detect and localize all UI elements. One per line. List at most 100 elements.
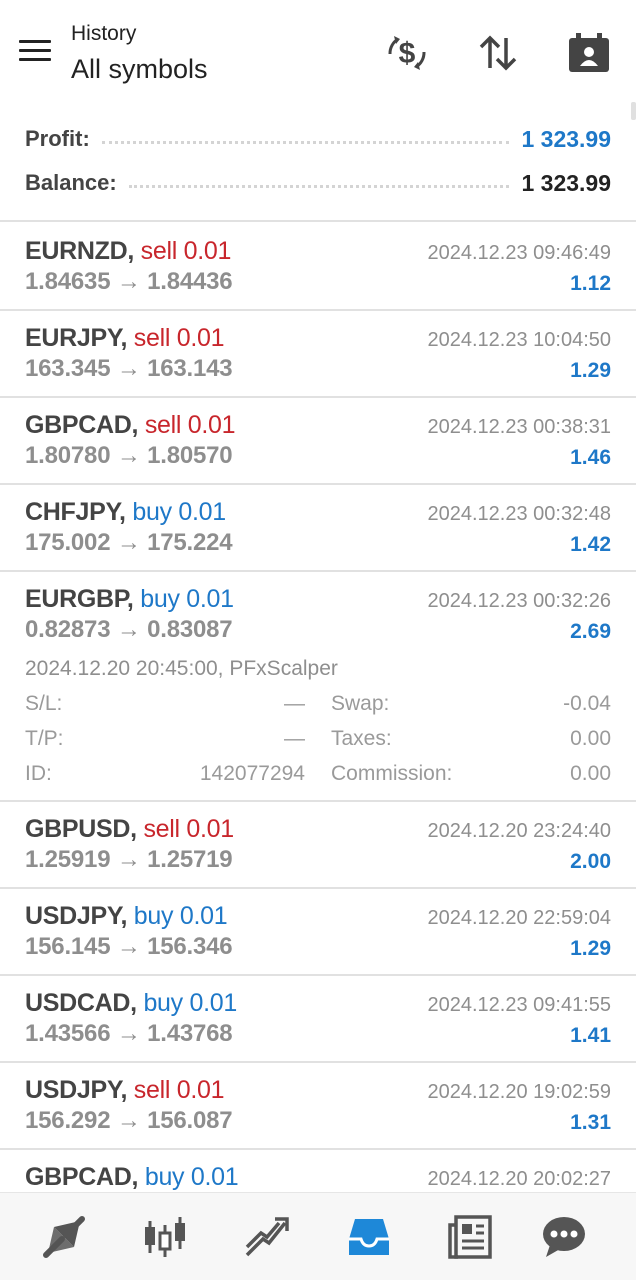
trade-prices: 156.145 → 156.346	[25, 933, 233, 960]
trade-direction: buy 0.01	[144, 1163, 239, 1191]
dotted-leader	[128, 184, 510, 188]
trade-prices: 1.25919 → 1.25719	[25, 846, 233, 873]
trade-symbol: USDJPY,	[25, 902, 128, 930]
quotes-icon[interactable]	[40, 1213, 88, 1261]
trade-icon[interactable]	[243, 1213, 291, 1261]
profit-label: Profit:	[25, 126, 90, 151]
trade-prices: 175.002 → 175.224	[25, 529, 233, 556]
trade-symbol-line: USDCAD, buy 0.01	[25, 989, 237, 1018]
trade-direction: buy 0.01	[143, 989, 237, 1017]
currency-exchange-icon[interactable]: $	[384, 30, 430, 76]
trade-row[interactable]: USDJPY, sell 0.01 156.292 → 156.087 2024…	[0, 1063, 636, 1150]
trade-row[interactable]: CHFJPY, buy 0.01 175.002 → 175.224 2024.…	[0, 485, 636, 572]
balance-row: Balance: 1 323.99	[25, 165, 611, 201]
balance-label: Balance:	[25, 170, 117, 195]
trade-symbol: EURNZD,	[25, 237, 135, 265]
trade-profit: 1.42	[570, 533, 611, 556]
messages-icon[interactable]	[540, 1213, 588, 1261]
trade-symbol: USDCAD,	[25, 989, 137, 1017]
profit-row: Profit: 1 323.99	[25, 121, 611, 157]
swap-value: -0.04	[563, 692, 611, 715]
trade-row[interactable]: GBPUSD, sell 0.01 1.25919 → 1.25719 2024…	[0, 802, 636, 889]
commission-value: 0.00	[570, 762, 611, 785]
taxes-label: Taxes:	[331, 727, 392, 750]
trade-profit: 1.12	[570, 272, 611, 295]
trade-symbol-line: EURNZD, sell 0.01	[25, 237, 231, 266]
trade-profit: 1.31	[570, 1111, 611, 1134]
history-icon[interactable]	[345, 1213, 393, 1261]
commission-label: Commission:	[331, 762, 453, 785]
taxes-value: 0.00	[570, 727, 611, 750]
trade-prices: 156.292 → 156.087	[25, 1107, 233, 1134]
trade-symbol: GBPCAD,	[25, 411, 139, 439]
trade-profit: 1.46	[570, 446, 611, 469]
trade-direction: sell 0.01	[133, 1076, 225, 1104]
trade-prices: 1.84635 → 1.84436	[25, 268, 233, 295]
trade-symbol-line: GBPCAD, buy 0.01	[25, 1163, 239, 1192]
trade-time: 2024.12.23 00:38:31	[427, 416, 611, 438]
trade-symbol-line: GBPUSD, sell 0.01	[25, 815, 234, 844]
trade-time: 2024.12.23 10:04:50	[427, 329, 611, 351]
trade-direction: buy 0.01	[132, 498, 226, 526]
app-header: History All symbols $	[0, 0, 636, 104]
trade-row[interactable]: EURJPY, sell 0.01 163.345 → 163.143 2024…	[0, 311, 636, 398]
trade-time: 2024.12.20 22:59:04	[427, 907, 611, 929]
trade-time: 2024.12.23 09:46:49	[427, 242, 611, 264]
trade-direction: buy 0.01	[133, 902, 228, 930]
trade-time: 2024.12.20 19:02:59	[427, 1081, 611, 1103]
trade-row[interactable]: USDCAD, buy 0.01 1.43566 → 1.43768 2024.…	[0, 976, 636, 1063]
trade-time: 2024.12.20 20:02:27	[427, 1168, 611, 1190]
id-label: ID:	[25, 762, 52, 785]
profit-value: 1 323.99	[521, 125, 611, 152]
sl-value: —	[284, 692, 305, 715]
trade-time: 2024.12.23 00:32:26	[427, 590, 611, 612]
trade-direction: buy 0.01	[140, 585, 234, 613]
chart-icon[interactable]	[141, 1213, 189, 1261]
trade-prices: 163.345 → 163.143	[25, 355, 233, 382]
trade-row[interactable]: EURNZD, sell 0.01 1.84635 → 1.84436 2024…	[0, 224, 636, 311]
trade-profit: 1.29	[570, 937, 611, 960]
trade-symbol: USDJPY,	[25, 1076, 128, 1104]
bottom-navigation	[0, 1192, 636, 1280]
trade-direction: sell 0.01	[140, 237, 232, 265]
trade-symbol: GBPCAD,	[25, 1163, 139, 1191]
trade-row-expanded[interactable]: EURGBP, buy 0.01 0.82873 → 0.83087 2024.…	[0, 572, 636, 802]
page-subtitle: History	[71, 22, 137, 45]
swap-label: Swap:	[331, 692, 390, 715]
account-summary: Profit: 1 323.99 Balance: 1 323.99	[0, 104, 636, 222]
trade-time: 2024.12.23 00:32:48	[427, 503, 611, 525]
trade-symbol: CHFJPY,	[25, 498, 126, 526]
trade-symbol: EURJPY,	[25, 324, 128, 352]
dotted-leader	[101, 140, 510, 144]
trade-profit: 1.41	[570, 1024, 611, 1047]
trade-prices: 1.43566 → 1.43768	[25, 1020, 233, 1047]
trade-direction: sell 0.01	[133, 324, 225, 352]
trade-symbol-line: GBPCAD, sell 0.01	[25, 411, 236, 440]
trade-row[interactable]: GBPCAD, sell 0.01 1.80780 → 1.80570 2024…	[0, 398, 636, 485]
svg-text:$: $	[399, 37, 416, 70]
tp-label: T/P:	[25, 727, 64, 750]
trade-symbol: EURGBP,	[25, 585, 134, 613]
trade-time: 2024.12.23 09:41:55	[427, 994, 611, 1016]
calendar-icon[interactable]	[566, 30, 612, 76]
trade-prices: 0.82873 → 0.83087	[25, 616, 233, 643]
trade-direction: sell 0.01	[144, 411, 236, 439]
menu-icon[interactable]	[19, 40, 51, 66]
balance-value: 1 323.99	[521, 169, 611, 196]
trade-symbol-line: USDJPY, buy 0.01	[25, 902, 228, 931]
trade-symbol-line: CHFJPY, buy 0.01	[25, 498, 226, 527]
trade-direction: sell 0.01	[143, 815, 234, 843]
page-title[interactable]: All symbols	[71, 54, 208, 85]
sl-label: S/L:	[25, 692, 63, 715]
news-icon[interactable]	[446, 1213, 494, 1261]
trade-prices: 1.80780 → 1.80570	[25, 442, 233, 469]
sort-icon[interactable]	[475, 30, 521, 76]
trade-history-list: EURNZD, sell 0.01 1.84635 → 1.84436 2024…	[0, 224, 636, 1237]
trade-profit: 2.00	[570, 850, 611, 873]
trade-time: 2024.12.20 23:24:40	[427, 820, 611, 842]
trade-symbol-line: EURJPY, sell 0.01	[25, 324, 225, 353]
trade-row[interactable]: USDJPY, buy 0.01 156.145 → 156.346 2024.…	[0, 889, 636, 976]
id-value: 142077294	[199, 762, 305, 785]
trade-symbol-line: EURGBP, buy 0.01	[25, 585, 234, 614]
trade-profit: 1.29	[570, 359, 611, 382]
